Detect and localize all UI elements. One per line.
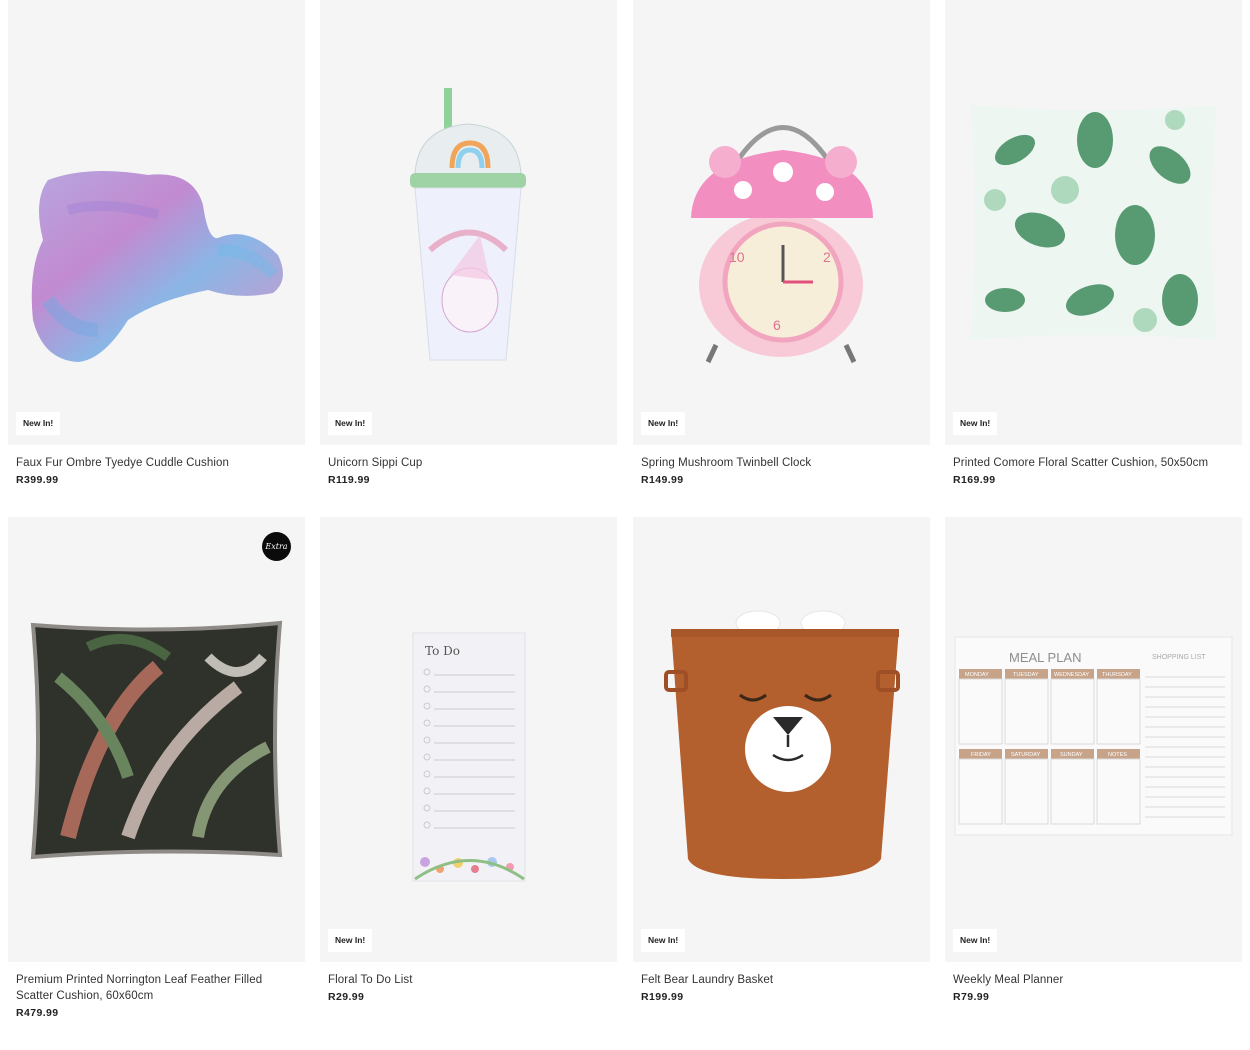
product-image[interactable]: New In! — [320, 0, 617, 445]
svg-text:6: 6 — [773, 317, 781, 333]
product-title[interactable]: Felt Bear Laundry Basket — [641, 972, 922, 988]
product-card[interactable]: 10 2 6 New In! Spring Mushroom Twinbell … — [633, 0, 930, 486]
extra-label-icon: Extra — [262, 532, 291, 561]
svg-text:MEAL PLAN: MEAL PLAN — [1009, 650, 1082, 665]
new-in-badge: New In! — [953, 929, 998, 952]
svg-text:SHOPPING LIST: SHOPPING LIST — [1152, 654, 1206, 661]
mushroom-clock-image: 10 2 6 — [691, 125, 873, 364]
svg-text:MONDAY: MONDAY — [965, 672, 989, 678]
leaf-cushion-image — [30, 620, 283, 860]
product-title[interactable]: Premium Printed Norrington Leaf Feather … — [16, 972, 297, 1004]
bear-basket-image — [664, 610, 900, 879]
product-image[interactable]: To Do New In! — [320, 517, 617, 962]
cuddle-cushion-image — [31, 171, 283, 362]
svg-text:THURSDAY: THURSDAY — [1102, 672, 1132, 678]
meal-planner-image: MEAL PLAN SHOPPING LIST MONDAY TUESDAY W… — [954, 636, 1233, 836]
new-in-badge: New In! — [953, 412, 998, 435]
svg-text:To Do: To Do — [425, 644, 460, 658]
todo-list-image: To Do — [412, 632, 526, 882]
product-image[interactable]: New In! — [8, 0, 305, 445]
svg-text:NOTES: NOTES — [1108, 752, 1127, 758]
floral-cushion-image — [970, 105, 1217, 340]
product-price: R29.99 — [328, 991, 365, 1003]
product-title[interactable]: Faux Fur Ombre Tyedye Cuddle Cushion — [16, 455, 297, 471]
new-in-badge: New In! — [328, 412, 373, 435]
product-image[interactable]: 10 2 6 New In! — [633, 0, 930, 445]
svg-text:FRIDAY: FRIDAY — [971, 752, 991, 758]
product-image[interactable]: MEAL PLAN SHOPPING LIST MONDAY TUESDAY W… — [945, 517, 1242, 962]
product-title[interactable]: Printed Comore Floral Scatter Cushion, 5… — [953, 455, 1234, 471]
product-card[interactable]: To Do New In! Floral To Do List R29.99 — [320, 517, 617, 1003]
product-title[interactable]: Floral To Do List — [328, 972, 609, 988]
product-card[interactable]: New In! Unicorn Sippi Cup R119.99 — [320, 0, 617, 486]
product-card[interactable]: New In! Faux Fur Ombre Tyedye Cuddle Cus… — [8, 0, 305, 486]
product-image[interactable]: New In! — [945, 0, 1242, 445]
new-in-badge: New In! — [641, 929, 686, 952]
product-card[interactable]: New In! Printed Comore Floral Scatter Cu… — [945, 0, 1242, 486]
new-in-badge: New In! — [16, 412, 61, 435]
product-price: R149.99 — [641, 474, 684, 486]
svg-text:SATURDAY: SATURDAY — [1011, 752, 1040, 758]
product-price: R479.99 — [16, 1007, 59, 1019]
new-in-badge: New In! — [328, 929, 373, 952]
product-price: R79.99 — [953, 991, 990, 1003]
product-title[interactable]: Spring Mushroom Twinbell Clock — [641, 455, 922, 471]
product-price: R169.99 — [953, 474, 996, 486]
svg-text:10: 10 — [729, 249, 745, 265]
product-image[interactable]: Extra — [8, 517, 305, 962]
product-image[interactable]: New In! — [633, 517, 930, 962]
product-title[interactable]: Weekly Meal Planner — [953, 972, 1234, 988]
svg-text:2: 2 — [823, 249, 831, 265]
product-price: R399.99 — [16, 474, 59, 486]
product-card[interactable]: Extra Premium Printed Norrington Leaf Fe… — [8, 517, 305, 1019]
new-in-badge: New In! — [641, 412, 686, 435]
product-title[interactable]: Unicorn Sippi Cup — [328, 455, 609, 471]
svg-text:SUNDAY: SUNDAY — [1060, 752, 1083, 758]
svg-text:TUESDAY: TUESDAY — [1013, 672, 1039, 678]
product-price: R119.99 — [328, 474, 370, 486]
product-price: R199.99 — [641, 991, 684, 1003]
product-card[interactable]: MEAL PLAN SHOPPING LIST MONDAY TUESDAY W… — [945, 517, 1242, 1003]
svg-text:WEDNESDAY: WEDNESDAY — [1054, 672, 1089, 678]
product-card[interactable]: New In! Felt Bear Laundry Basket R199.99 — [633, 517, 930, 1003]
sippi-cup-image — [410, 88, 526, 361]
